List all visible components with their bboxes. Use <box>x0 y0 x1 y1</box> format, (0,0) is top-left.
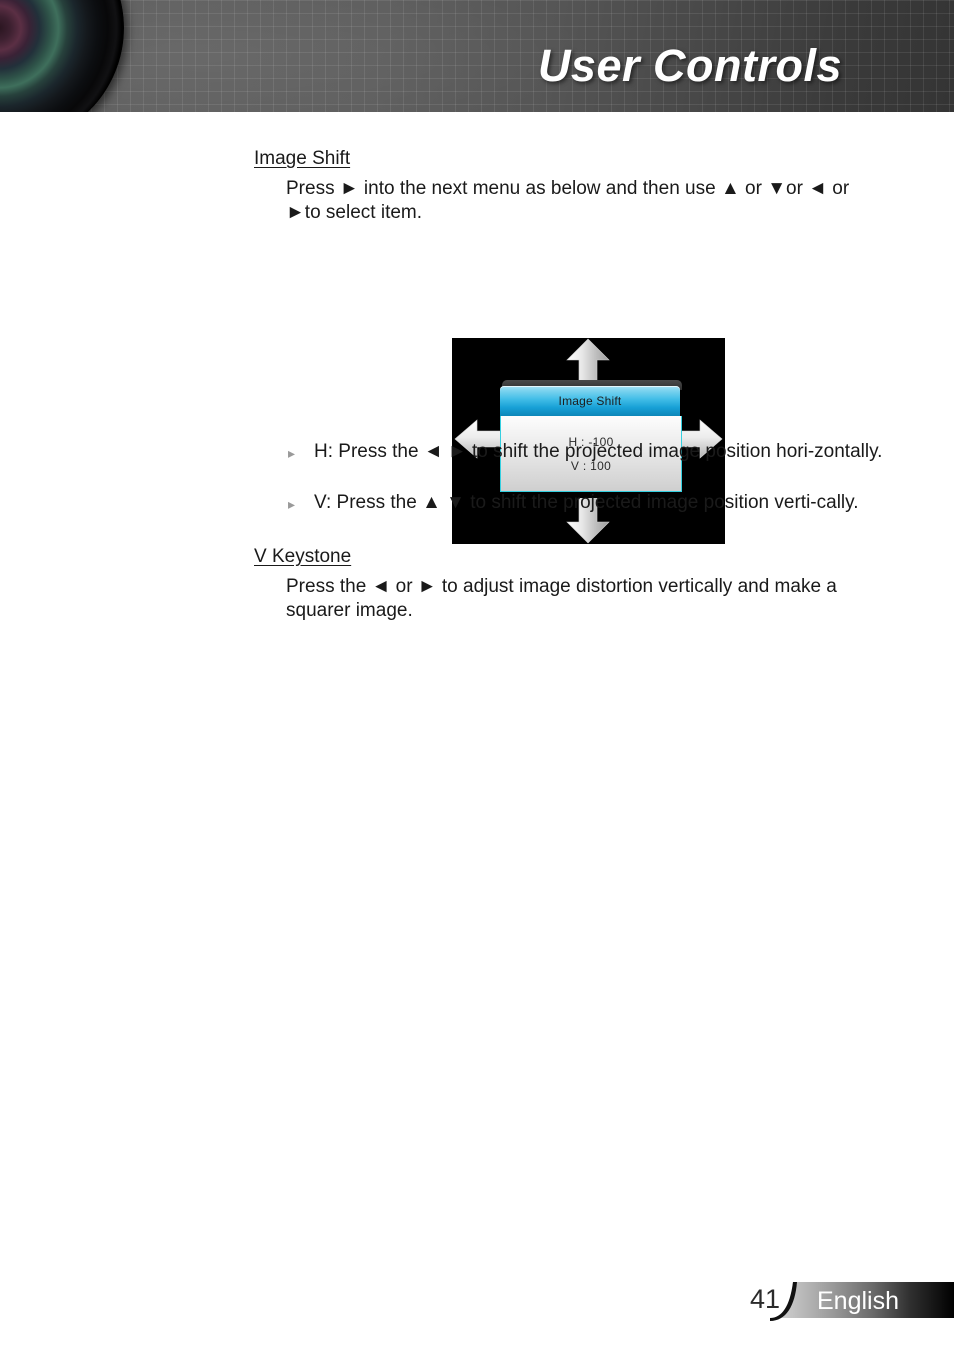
section-paragraph-image-shift: Press ► into the next menu as below and … <box>286 178 850 223</box>
section-paragraph-v-keystone: Press the ◄ or ► to adjust image distort… <box>286 576 837 621</box>
bullet-triangle-icon: ▸ <box>288 445 296 461</box>
list-item-text: H: Press the ◄ ► to shift the projected … <box>314 441 883 462</box>
arrow-up-icon <box>566 338 610 384</box>
footer-language-label: English <box>817 1287 899 1315</box>
osd-title-text: Image Shift <box>558 394 622 408</box>
page-header: User Controls <box>0 0 954 112</box>
list-item-text: V: Press the ▲ ▼ to shift the projected … <box>314 492 859 513</box>
list-item: ▸ H: Press the ◄ ► to shift the projecte… <box>288 440 888 465</box>
page-footer: 41 English <box>0 1276 954 1326</box>
camera-lens-highlight-ring-icon <box>0 0 134 112</box>
section-heading-image-shift: Image Shift <box>254 148 351 169</box>
osd-title-bar: Image Shift <box>500 386 680 416</box>
list-item: ▸ V: Press the ▲ ▼ to shift the projecte… <box>288 491 888 516</box>
section-heading-v-keystone: V Keystone <box>254 546 352 567</box>
bullet-triangle-icon: ▸ <box>288 496 296 512</box>
osd-dialog: Image Shift H : -100 V : 100 <box>500 380 682 495</box>
page-title: User Controls <box>537 40 842 91</box>
